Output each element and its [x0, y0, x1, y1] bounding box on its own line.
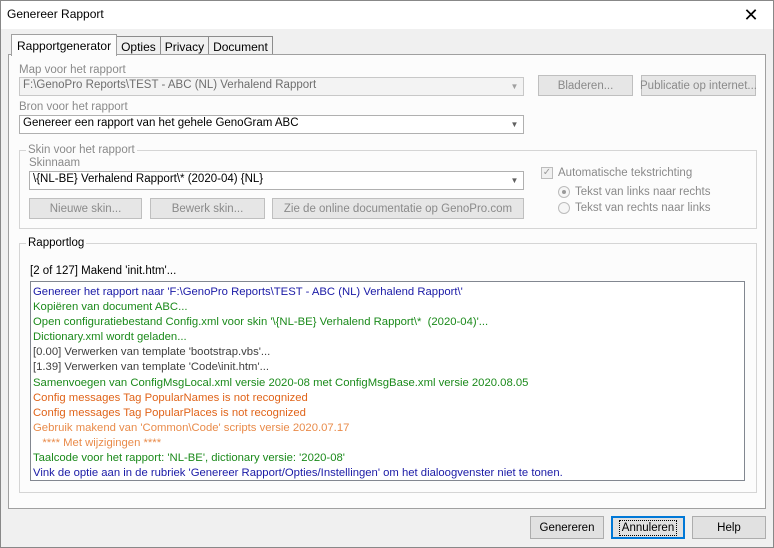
- auto-direction-checkbox[interactable]: ✓: [541, 167, 553, 179]
- publish-button[interactable]: Publicatie op internet...: [640, 75, 757, 96]
- log-line: Open configuratiebestand Config.xml voor…: [33, 316, 489, 329]
- ltr-label: Tekst van links naar rechts: [575, 186, 711, 198]
- log-group-title: Rapportlog: [26, 237, 87, 249]
- log-line: Config messages Tag PopularPlaces is not…: [33, 406, 306, 419]
- source-combo[interactable]: Genereer een rapport van het gehele Geno…: [19, 115, 524, 134]
- map-value: F:\GenoPro Reports\TEST - ABC (NL) Verha…: [23, 79, 317, 91]
- skin-combo[interactable]: \{NL-BE} Verhalend Rapport\* (2020-04) {…: [29, 171, 524, 190]
- chevron-down-icon[interactable]: ▼: [506, 172, 523, 189]
- help-button[interactable]: Help: [692, 516, 766, 539]
- generate-button-label: Genereren: [539, 521, 595, 534]
- tab-rapportgenerator[interactable]: Rapportgenerator: [11, 34, 118, 56]
- log-line: Config messages Tag PopularNames is not …: [33, 391, 308, 404]
- chevron-down-icon[interactable]: ▼: [506, 116, 523, 133]
- auto-direction-label: Automatische tekstrichting: [558, 167, 693, 179]
- tab-document[interactable]: Document: [208, 36, 273, 56]
- tab-strip: Rapportgenerator Opties Privacy Document: [11, 34, 273, 56]
- log-line: **** Met wijzigingen ****: [33, 436, 162, 449]
- log-line: Kopiëren van document ABC...: [33, 301, 188, 314]
- log-line: Dictionary.xml wordt geladen...: [33, 331, 187, 344]
- rtl-radio[interactable]: [558, 202, 570, 214]
- rtl-label: Tekst van rechts naar links: [575, 202, 711, 214]
- browse-button[interactable]: Bladeren...: [538, 75, 633, 96]
- skin-name-label: Skinnaam: [29, 157, 81, 169]
- help-button-label: Help: [717, 521, 741, 534]
- log-line: Taalcode voor het rapport: 'NL-BE', dict…: [33, 452, 345, 465]
- log-output[interactable]: Genereer het rapport naar 'F:\GenoPro Re…: [30, 281, 745, 481]
- source-value: Genereer een rapport van het gehele Geno…: [23, 117, 299, 129]
- log-line: Vink de optie aan in de rubriek 'Generee…: [33, 467, 563, 480]
- close-icon[interactable]: ✕: [729, 1, 773, 29]
- map-label: Map voor het rapport: [19, 64, 126, 76]
- tab-opties[interactable]: Opties: [116, 36, 161, 56]
- source-label: Bron voor het rapport: [19, 101, 128, 113]
- skin-value: \{NL-BE} Verhalend Rapport\* (2020-04) {…: [33, 173, 264, 185]
- log-line: [1.39] Verwerken van template 'Code\init…: [33, 361, 270, 374]
- new-skin-button[interactable]: Nieuwe skin...: [29, 198, 142, 219]
- tab-privacy[interactable]: Privacy: [159, 36, 210, 56]
- ltr-radio[interactable]: [558, 186, 570, 198]
- cancel-button[interactable]: Annuleren: [611, 516, 685, 539]
- cancel-button-label: Annuleren: [618, 519, 678, 536]
- log-line: Samenvoegen van ConfigMsgLocal.xml versi…: [33, 376, 529, 389]
- generate-button[interactable]: Genereren: [530, 516, 604, 539]
- online-docs-button[interactable]: Zie de online documentatie op GenoPro.co…: [272, 198, 524, 219]
- log-line: [0.00] Verwerken van template 'bootstrap…: [33, 346, 271, 359]
- skin-group-title: Skin voor het rapport: [26, 144, 137, 156]
- title-bar: Genereer Rapport ✕: [1, 1, 773, 29]
- edit-skin-button[interactable]: Bewerk skin...: [150, 198, 265, 219]
- map-combo[interactable]: F:\GenoPro Reports\TEST - ABC (NL) Verha…: [19, 77, 524, 96]
- log-line: Gebruik makend van 'Common\Code' scripts…: [33, 421, 350, 434]
- log-status: [2 of 127] Makend 'init.htm'...: [30, 265, 177, 277]
- chevron-down-icon[interactable]: ▼: [506, 78, 523, 95]
- window-title: Genereer Rapport: [7, 7, 104, 21]
- log-line: Genereer het rapport naar 'F:\GenoPro Re…: [33, 286, 463, 298]
